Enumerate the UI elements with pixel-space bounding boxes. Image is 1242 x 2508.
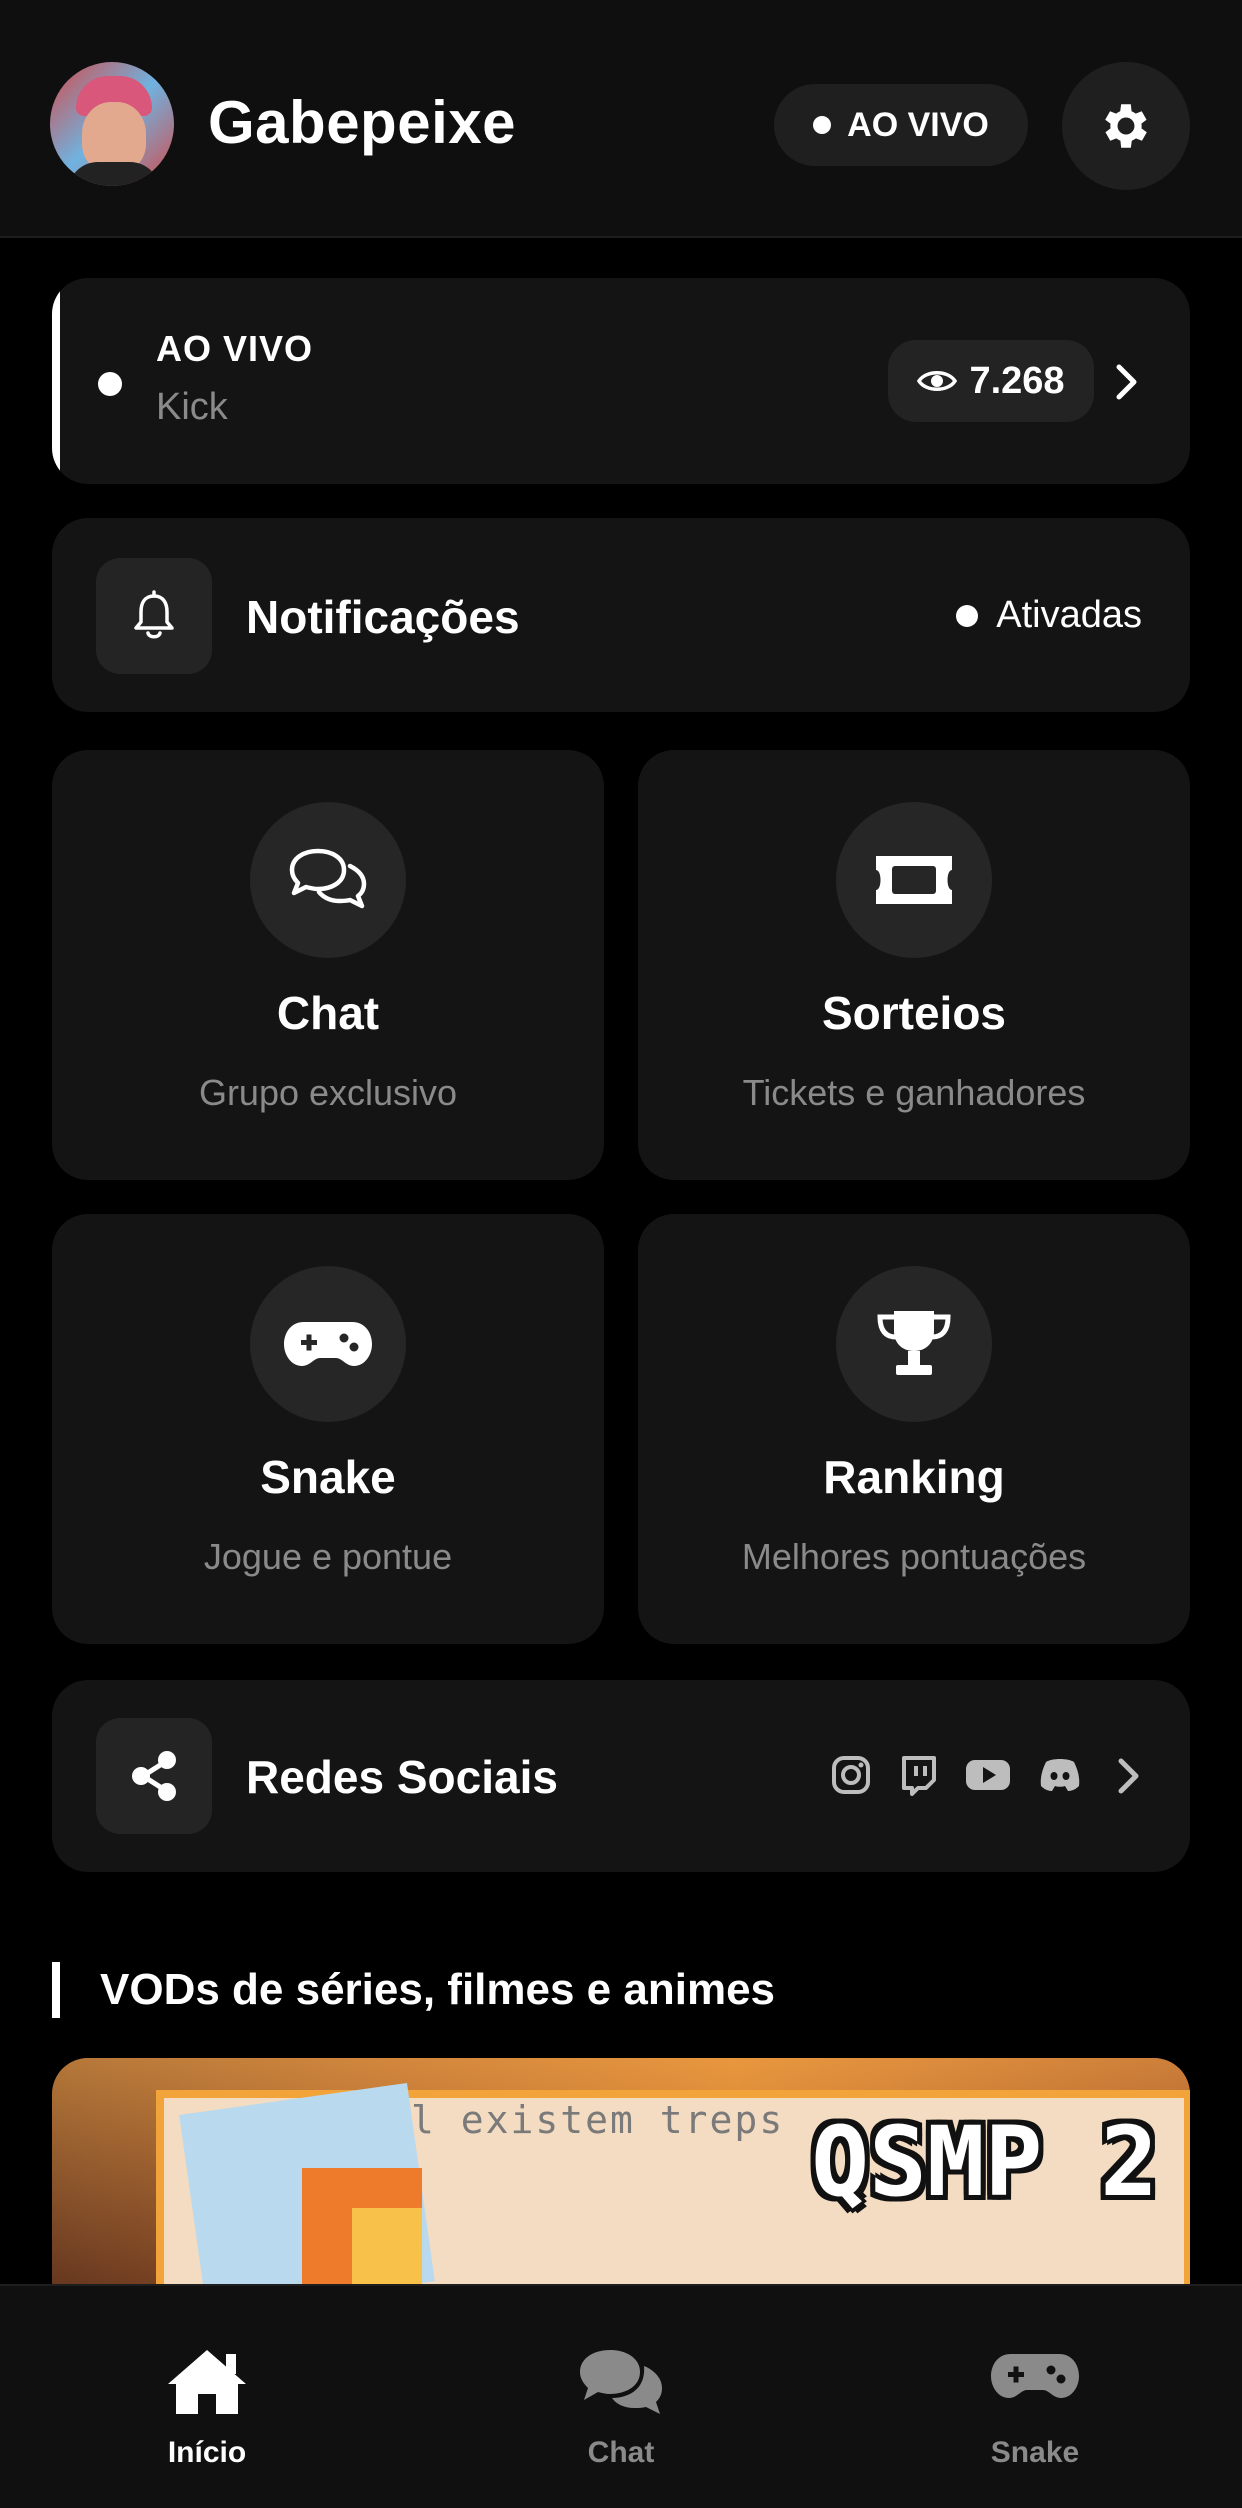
vods-section-title: VODs de séries, filmes e animes bbox=[52, 1962, 775, 2018]
tile-icon-circle bbox=[836, 802, 992, 958]
live-indicator-dot bbox=[98, 372, 122, 396]
settings-button[interactable] bbox=[1062, 62, 1190, 190]
share-icon bbox=[132, 1751, 176, 1801]
viewer-count-badge: 7.268 bbox=[888, 340, 1094, 422]
tile-icon-circle bbox=[250, 802, 406, 958]
nav-item-inicio[interactable]: Início bbox=[0, 2286, 414, 2508]
youtube-icon[interactable] bbox=[964, 1757, 1012, 1793]
nav-label: Início bbox=[167, 2436, 247, 2469]
notifications-status-label: Ativadas bbox=[996, 594, 1142, 636]
notifications-icon-box bbox=[96, 558, 212, 674]
tile-ranking[interactable]: Ranking Melhores pontuações bbox=[638, 1214, 1190, 1644]
trophy-icon bbox=[877, 1311, 951, 1375]
eye-icon bbox=[917, 371, 958, 391]
notifications-row[interactable]: Notificações Ativadas bbox=[52, 518, 1190, 712]
tile-chat[interactable]: Chat Grupo exclusivo bbox=[52, 750, 604, 1180]
live-card-status: AO VIVO bbox=[156, 328, 314, 369]
vod-thumbnail-block bbox=[352, 2208, 422, 2288]
home-icon bbox=[168, 2350, 246, 2414]
social-label: Redes Sociais bbox=[246, 1751, 558, 1803]
channel-name: Gabepeixe bbox=[208, 89, 516, 156]
tile-title: Ranking bbox=[823, 1451, 1005, 1503]
chevron-right-icon bbox=[1118, 1758, 1139, 1794]
tile-subtitle: Jogue e pontue bbox=[203, 1536, 453, 1577]
social-icons bbox=[830, 1754, 1082, 1796]
live-status-pill[interactable]: AO VIVO bbox=[774, 84, 1028, 166]
nav-label: Chat bbox=[587, 2436, 655, 2469]
social-networks-row[interactable]: Redes Sociais bbox=[52, 1680, 1190, 1872]
tile-icon-circle bbox=[250, 1266, 406, 1422]
chat-bubbles-icon bbox=[289, 848, 367, 909]
tile-title: Sorteios bbox=[821, 987, 1007, 1039]
ticket-icon bbox=[876, 856, 952, 904]
tile-subtitle: Grupo exclusivo bbox=[198, 1072, 458, 1113]
nav-item-chat[interactable]: Chat bbox=[414, 2286, 828, 2508]
tile-snake[interactable]: Snake Jogue e pontue bbox=[52, 1214, 604, 1644]
status-dot-icon bbox=[956, 604, 979, 627]
viewer-count: 7.268 bbox=[969, 359, 1065, 402]
chevron-right-icon bbox=[1116, 364, 1137, 400]
avatar-shirt bbox=[68, 162, 160, 186]
bottom-navigation: Início Chat Snake bbox=[0, 2284, 1242, 2508]
live-card-platform: Kick bbox=[156, 386, 228, 428]
share-icon-box bbox=[96, 1718, 212, 1834]
live-card-accent bbox=[52, 278, 60, 484]
instagram-icon[interactable] bbox=[830, 1754, 872, 1796]
discord-icon[interactable] bbox=[1038, 1756, 1082, 1794]
top-header: Gabepeixe AO VIVO bbox=[0, 0, 1242, 238]
channel-avatar[interactable] bbox=[50, 62, 174, 186]
gear-icon bbox=[1105, 104, 1147, 148]
gamepad-icon bbox=[991, 2354, 1079, 2398]
live-stream-card[interactable]: AO VIVO Kick 7.268 bbox=[52, 278, 1190, 484]
chat-bubbles-icon bbox=[580, 2350, 662, 2414]
tile-icon-circle bbox=[836, 1266, 992, 1422]
bell-icon bbox=[134, 590, 174, 639]
tile-title: Chat bbox=[276, 987, 380, 1039]
notifications-status[interactable]: Ativadas bbox=[956, 594, 1142, 637]
tile-subtitle: Tickets e ganhadores bbox=[742, 1072, 1086, 1113]
gamepad-icon bbox=[284, 1322, 372, 1366]
tile-title: Snake bbox=[260, 1451, 396, 1503]
notifications-label: Notificações bbox=[246, 591, 520, 643]
nav-item-snake[interactable]: Snake bbox=[828, 2286, 1242, 2508]
vod-thumbnail-tag: QSMP 2 bbox=[811, 2106, 1158, 2218]
tile-sorteios[interactable]: Sorteios Tickets e ganhadores bbox=[638, 750, 1190, 1180]
vod-thumbnail-card[interactable]: no brasil existem treps QSMP 2 bbox=[52, 2058, 1190, 2288]
tile-subtitle: Melhores pontuações bbox=[741, 1536, 1087, 1577]
nav-label: Snake bbox=[990, 2436, 1080, 2469]
live-dot-icon bbox=[813, 116, 832, 134]
live-pill-label: AO VIVO bbox=[847, 105, 989, 144]
twitch-icon[interactable] bbox=[898, 1754, 938, 1796]
